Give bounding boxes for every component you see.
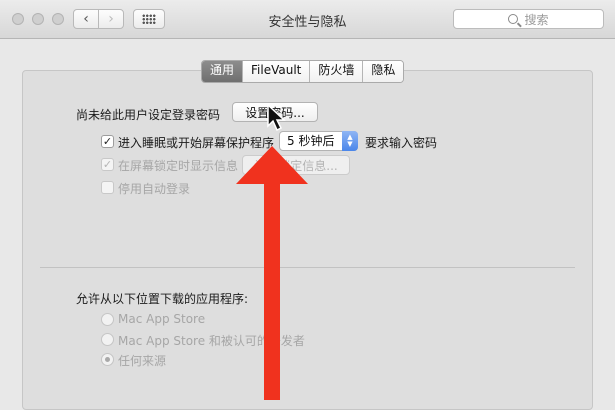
- popup-stepper-icon: ▲ ▼: [342, 131, 358, 151]
- radio-anywhere-label: 任何来源: [118, 354, 167, 368]
- annotation-arrow-icon: [236, 146, 308, 400]
- checkmark-icon: ✓: [102, 158, 113, 171]
- tab-bar: 通用 FileVault 防火墙 隐私: [201, 60, 405, 83]
- radio-identified-developers[interactable]: [101, 333, 114, 346]
- mouse-pointer-icon: [267, 104, 286, 132]
- no-password-label: 尚未给此用户设定登录密码: [76, 108, 221, 122]
- disable-autologin-label: 停用自动登录: [118, 182, 191, 196]
- show-message-checkbox[interactable]: ✓: [101, 158, 114, 171]
- search-input[interactable]: 搜索: [453, 9, 604, 29]
- tab-filevault[interactable]: FileVault: [243, 61, 311, 82]
- tab-firewall[interactable]: 防火墙: [310, 61, 364, 82]
- radio-mac-app-store[interactable]: [101, 313, 114, 326]
- tab-privacy[interactable]: 隐私: [363, 61, 404, 82]
- radio-mac-app-store-label: Mac App Store: [118, 312, 206, 326]
- radio-anywhere[interactable]: [101, 353, 114, 366]
- tab-general[interactable]: 通用: [202, 61, 244, 82]
- disable-autologin-checkbox[interactable]: [101, 181, 114, 194]
- download-source-heading: 允许从以下位置下载的应用程序:: [76, 292, 249, 306]
- checkmark-icon: ✓: [102, 135, 113, 148]
- search-placeholder: 搜索: [524, 12, 549, 27]
- require-password-checkbox[interactable]: ✓: [101, 135, 114, 148]
- title-bar: ‹ › 安全性与隐私 搜索: [0, 0, 615, 39]
- show-message-label: 在屏幕锁定时显示信息: [118, 159, 239, 173]
- search-icon: [508, 14, 519, 24]
- require-password-suffix: 要求输入密码: [365, 136, 438, 150]
